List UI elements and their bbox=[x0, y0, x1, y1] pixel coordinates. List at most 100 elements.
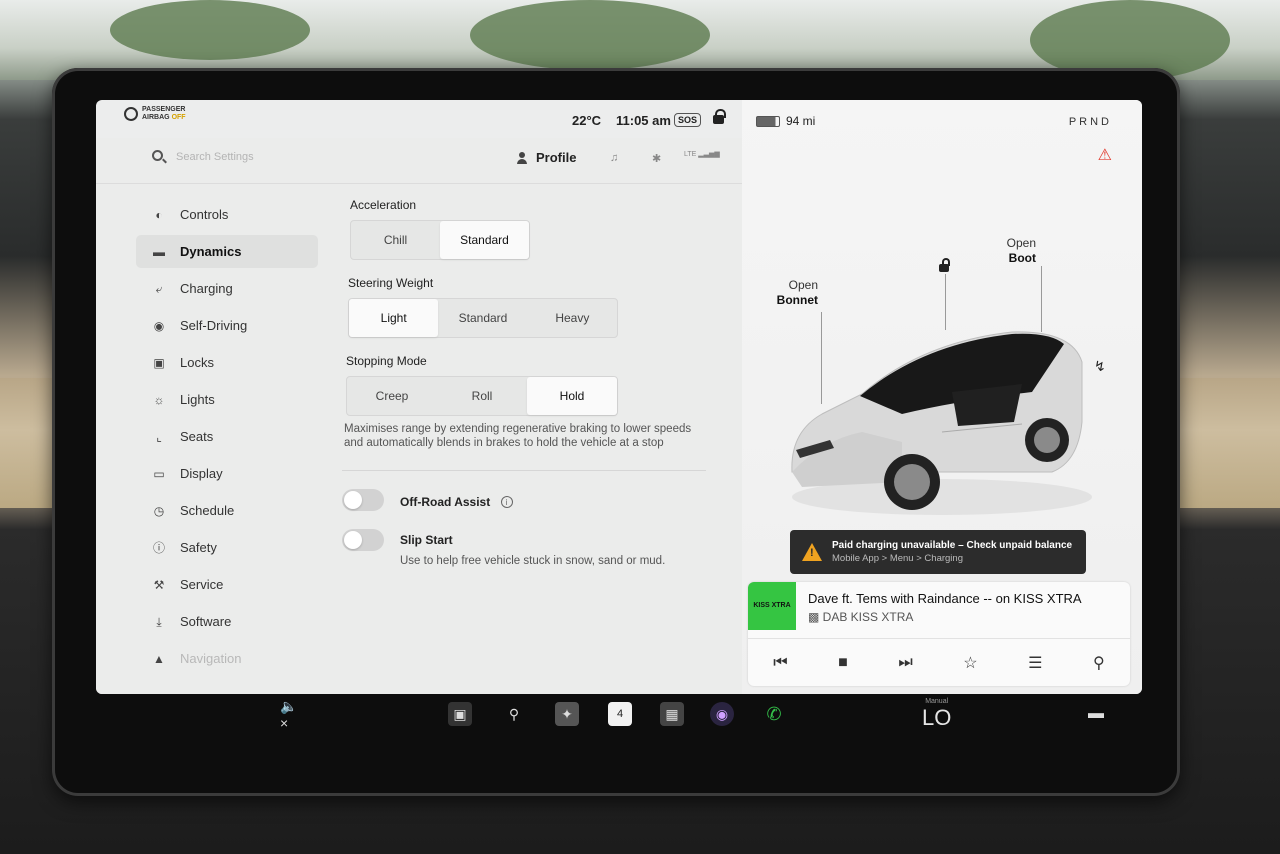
favorite-star-icon[interactable]: ☆ bbox=[963, 653, 977, 673]
lock-icon[interactable] bbox=[713, 109, 726, 124]
previous-icon[interactable]: ⏮ bbox=[773, 654, 787, 672]
toggle-icon: ◐ bbox=[155, 207, 163, 222]
calendar-icon[interactable]: 4 bbox=[608, 702, 632, 726]
alarm-icon: ◷ bbox=[153, 503, 165, 518]
station-logo: KISS XTRA bbox=[748, 582, 796, 630]
charge-port-icon[interactable]: ↯ bbox=[1094, 358, 1106, 375]
sos-button[interactable]: SOS bbox=[674, 113, 702, 127]
alert-title: Paid charging unavailable – Check unpaid… bbox=[832, 540, 1073, 551]
clock: 11:05 am bbox=[616, 113, 671, 128]
offroad-assist-row: Off-Road Assist i bbox=[342, 489, 722, 511]
unlock-icon[interactable] bbox=[938, 258, 950, 272]
climate-mode: Manual bbox=[925, 698, 949, 705]
slip-start-description: Use to help free vehicle stuck in snow, … bbox=[400, 555, 666, 567]
stopping-option-roll[interactable]: Roll bbox=[437, 377, 527, 415]
stopping-option-creep[interactable]: Creep bbox=[347, 377, 437, 415]
bluetooth-icon[interactable]: ✱ bbox=[652, 152, 661, 165]
divider bbox=[342, 470, 706, 471]
nav-item-controls[interactable]: ◐ Controls bbox=[136, 198, 318, 231]
media-player: KISS XTRA Dave ft. Tems with Raindance -… bbox=[748, 582, 1130, 686]
temperature: 22°C bbox=[572, 113, 602, 128]
stopping-option-hold[interactable]: Hold bbox=[527, 377, 617, 415]
nav-item-lights[interactable]: ☼ Lights bbox=[136, 383, 318, 416]
settings-nav: ◐ Controls ▬ Dynamics ⤶ Charging ◉ Self-Driv… bbox=[136, 198, 318, 679]
stopping-mode-selector: Creep Roll Hold bbox=[346, 376, 618, 416]
camera-icon[interactable]: ◉ bbox=[710, 702, 734, 726]
open-bonnet-button[interactable]: Open Bonnet bbox=[770, 278, 818, 308]
wrench-icon: ⚒ bbox=[153, 577, 165, 592]
nav-item-self-driving[interactable]: ◉ Self-Driving bbox=[136, 309, 318, 342]
search-icon bbox=[152, 150, 163, 161]
nav-item-seats[interactable]: ⌞ Seats bbox=[136, 420, 318, 453]
slip-start-row: Slip Start Use to help free vehicle stuc… bbox=[342, 529, 722, 567]
search-icon[interactable]: ⚲ bbox=[1093, 653, 1105, 673]
search-input[interactable] bbox=[176, 148, 376, 166]
car-icon: ▬ bbox=[153, 244, 165, 259]
slip-start-toggle[interactable] bbox=[342, 529, 384, 551]
dynamics-content: Acceleration Chill Standard Steering Wei… bbox=[342, 198, 722, 585]
nav-item-navigation[interactable]: ▲ Navigation bbox=[136, 642, 318, 675]
equalizer-icon[interactable]: ☰ bbox=[1028, 653, 1042, 673]
next-icon[interactable]: ⏭ bbox=[898, 654, 912, 672]
toybox-icon[interactable]: ▣ bbox=[448, 702, 472, 726]
nav-item-dynamics[interactable]: ▬ Dynamics bbox=[136, 235, 318, 268]
nav-item-charging[interactable]: ⤶ Charging bbox=[136, 272, 318, 305]
nav-item-software[interactable]: ⤓ Software bbox=[136, 605, 318, 638]
open-boot-button[interactable]: Open Boot bbox=[988, 236, 1036, 266]
nav-item-display[interactable]: ▭ Display bbox=[136, 457, 318, 490]
apps-icon[interactable]: ✦ bbox=[555, 702, 579, 726]
offroad-assist-toggle[interactable] bbox=[342, 489, 384, 511]
media-controls: ⏮ ■ ⏭ ☆ ☰ ⚲ bbox=[748, 638, 1130, 686]
lte-signal-icon: LTE ▂▃▅▆ bbox=[684, 151, 720, 158]
volume-mute-icon[interactable]: 🔈× bbox=[280, 698, 304, 731]
airbag-label-line1: PASSENGER bbox=[142, 106, 186, 113]
climate-temperature: LO bbox=[922, 705, 952, 730]
profile-label: Profile bbox=[536, 150, 577, 165]
profile-button[interactable]: Profile bbox=[516, 150, 576, 165]
alert-subtitle: Mobile App > Menu > Charging bbox=[832, 553, 963, 564]
phone-icon[interactable]: ✆ bbox=[762, 702, 786, 726]
slip-start-label: Slip Start bbox=[400, 533, 453, 547]
navigation-icon: ▲ bbox=[153, 651, 165, 666]
stopping-mode-description: Maximises range by extending regenerativ… bbox=[344, 423, 692, 449]
app-dock: 🔈× ▣ ⚲ ✦ 4 ▦ ◉ ✆ Manual LO ▬ bbox=[96, 696, 1142, 746]
info-icon[interactable]: i bbox=[500, 495, 513, 508]
settings-panel: Profile ♫ ✱ LTE ▂▃▅▆ ◐Controls ▬Dynamics… bbox=[96, 138, 742, 694]
nav-item-safety[interactable]: ⓘ Safety bbox=[136, 531, 318, 564]
stopping-mode-label: Stopping Mode bbox=[346, 354, 427, 368]
nav-item-service[interactable]: ⚒ Service bbox=[136, 568, 318, 601]
nav-item-locks[interactable]: ▣ Locks bbox=[136, 346, 318, 379]
car-icon[interactable]: ▬ bbox=[1084, 702, 1108, 726]
warning-icon bbox=[802, 543, 822, 561]
seat-icon: ⌞ bbox=[156, 429, 162, 444]
climate-control[interactable]: Manual LO bbox=[922, 698, 951, 731]
vehicle-panel: 94 mi PRND ⚠ Open Bonnet Open Boot ↯ ! P… bbox=[742, 100, 1142, 694]
track-title: Dave ft. Tems with Raindance -- on KISS … bbox=[808, 591, 1082, 606]
person-icon bbox=[516, 151, 528, 164]
arcade-joystick-icon[interactable]: ⚲ bbox=[502, 702, 526, 726]
range-value: 94 mi bbox=[786, 114, 816, 128]
charging-alert[interactable]: Paid charging unavailable – Check unpaid… bbox=[790, 530, 1086, 574]
battery-indicator: 94 mi bbox=[756, 114, 815, 128]
vehicle-image bbox=[791, 331, 1092, 515]
settings-header: Profile ♫ ✱ LTE ▂▃▅▆ bbox=[96, 138, 742, 184]
seatbelt-warning-icon: ⚠ bbox=[1097, 147, 1112, 164]
stop-icon[interactable]: ■ bbox=[838, 654, 848, 672]
acceleration-option-chill[interactable]: Chill bbox=[351, 221, 440, 259]
app-launcher-icon[interactable]: ▦ bbox=[660, 702, 684, 726]
bell-icon[interactable]: ♫ bbox=[610, 152, 618, 164]
steering-option-light[interactable]: Light bbox=[349, 299, 439, 337]
touchscreen: PASSENGER AIRBAG OFF 22°C 11:05 am SOS P… bbox=[96, 100, 1142, 694]
station-name: ▩ DAB KISS XTRA bbox=[808, 610, 914, 624]
battery-icon bbox=[756, 115, 780, 127]
steering-option-heavy[interactable]: Heavy bbox=[528, 299, 617, 337]
acceleration-option-standard[interactable]: Standard bbox=[440, 221, 529, 259]
gear-indicator: PRND bbox=[1068, 116, 1112, 128]
nav-item-schedule[interactable]: ◷ Schedule bbox=[136, 494, 318, 527]
steering-wheel-icon: ◉ bbox=[153, 318, 165, 333]
bolt-icon: ⤶ bbox=[155, 281, 163, 296]
steering-weight-label: Steering Weight bbox=[348, 276, 434, 290]
steering-option-standard[interactable]: Standard bbox=[438, 299, 527, 337]
offroad-assist-label: Off-Road Assist bbox=[400, 495, 491, 509]
background-tree bbox=[470, 0, 710, 70]
